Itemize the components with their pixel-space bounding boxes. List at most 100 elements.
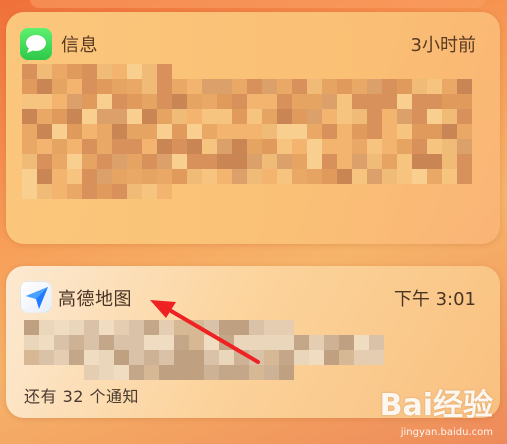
mosaic-cell	[262, 169, 277, 184]
mosaic-cell	[202, 139, 217, 154]
notification-header: 高德地图 下午 3:01	[6, 266, 500, 324]
mosaic-cell	[112, 64, 127, 79]
mosaic-cell	[262, 154, 277, 169]
mosaic-cell	[172, 94, 187, 109]
mosaic-cell	[187, 109, 202, 124]
mosaic-cell	[82, 124, 97, 139]
mosaic-cell	[37, 139, 52, 154]
mosaic-cell	[249, 350, 264, 365]
mosaic-cell	[97, 124, 112, 139]
mosaic-cell	[292, 94, 307, 109]
mosaic-cell	[22, 79, 37, 94]
mosaic-cell	[84, 335, 99, 350]
mosaic-cell	[127, 184, 142, 199]
mosaic-cell	[24, 335, 39, 350]
mosaic-cell	[292, 79, 307, 94]
mosaic-cell	[322, 79, 337, 94]
mosaic-cell	[232, 139, 247, 154]
previous-card-edge	[30, 0, 485, 8]
mosaic-cell	[337, 154, 352, 169]
mosaic-cell	[157, 184, 172, 199]
mosaic-cell	[217, 139, 232, 154]
mosaic-cell	[67, 184, 82, 199]
mosaic-cell	[129, 320, 144, 335]
mosaic-cell	[174, 365, 189, 380]
mosaic-cell	[67, 124, 82, 139]
mosaic-cell	[204, 365, 219, 380]
mosaic-cell	[189, 320, 204, 335]
mosaic-cell	[457, 154, 472, 169]
mosaic-cell	[157, 139, 172, 154]
mosaic-cell	[39, 335, 54, 350]
mosaic-cell	[127, 79, 142, 94]
mosaic-cell	[427, 79, 442, 94]
mosaic-cell	[52, 79, 67, 94]
mosaic-cell	[382, 94, 397, 109]
message-bubble-icon	[20, 28, 52, 60]
mosaic-cell	[174, 320, 189, 335]
mosaic-cell	[24, 350, 39, 365]
mosaic-cell	[172, 169, 187, 184]
mosaic-cell	[67, 94, 82, 109]
mosaic-cell	[114, 365, 129, 380]
mosaic-cell	[294, 335, 309, 350]
mosaic-cell	[69, 350, 84, 365]
mosaic-cell	[279, 335, 294, 350]
mosaic-cell	[202, 124, 217, 139]
notification-header: 信息 3小时前	[6, 12, 500, 70]
mosaic-cell	[247, 109, 262, 124]
watermark-url: jingyan.baidu.com	[400, 427, 493, 438]
mosaic-cell	[142, 124, 157, 139]
mosaic-cell	[97, 94, 112, 109]
mosaic-cell	[292, 154, 307, 169]
baidu-jingyan-watermark: Bai经验 jingyan.baidu.com	[363, 380, 493, 438]
mosaic-cell	[369, 350, 384, 365]
more-notifications-label[interactable]: 还有 32 个通知	[24, 383, 139, 407]
mosaic-cell	[159, 365, 174, 380]
mosaic-cell	[307, 154, 322, 169]
mosaic-cell	[234, 365, 249, 380]
mosaic-cell	[412, 109, 427, 124]
mosaic-cell	[277, 94, 292, 109]
mosaic-cell	[322, 139, 337, 154]
mosaic-cell	[99, 335, 114, 350]
mosaic-cell	[54, 335, 69, 350]
mosaic-cell	[382, 124, 397, 139]
mosaic-cell	[112, 124, 127, 139]
mosaic-cell	[157, 124, 172, 139]
mosaic-cell	[112, 109, 127, 124]
mosaic-cell	[22, 184, 37, 199]
mosaic-cell	[292, 139, 307, 154]
mosaic-cell	[262, 139, 277, 154]
notification-time: 下午 3:01	[393, 289, 476, 310]
mosaic-cell	[112, 184, 127, 199]
mosaic-cell	[232, 124, 247, 139]
mosaic-cell	[69, 320, 84, 335]
mosaic-cell	[277, 169, 292, 184]
mosaic-cell	[247, 94, 262, 109]
mosaic-cell	[264, 320, 279, 335]
mosaic-cell	[82, 94, 97, 109]
mosaic-cell	[204, 335, 219, 350]
mosaic-cell	[264, 350, 279, 365]
mosaic-cell	[97, 184, 112, 199]
mosaic-cell	[97, 79, 112, 94]
mosaic-cell	[157, 79, 172, 94]
mosaic-cell	[127, 109, 142, 124]
mosaic-cell	[97, 139, 112, 154]
mosaic-cell	[262, 79, 277, 94]
mosaic-cell	[52, 124, 67, 139]
mosaic-cell	[249, 365, 264, 380]
mosaic-cell	[54, 320, 69, 335]
mosaic-cell	[217, 169, 232, 184]
notification-time: 3小时前	[410, 35, 476, 56]
mosaic-cell	[142, 79, 157, 94]
mosaic-cell	[322, 124, 337, 139]
mosaic-cell	[262, 109, 277, 124]
mosaic-cell	[174, 335, 189, 350]
notification-card-messages[interactable]: 信息 3小时前	[6, 12, 500, 244]
mosaic-cell	[412, 79, 427, 94]
mosaic-cell	[442, 169, 457, 184]
mosaic-cell	[127, 154, 142, 169]
mosaic-cell	[247, 169, 262, 184]
